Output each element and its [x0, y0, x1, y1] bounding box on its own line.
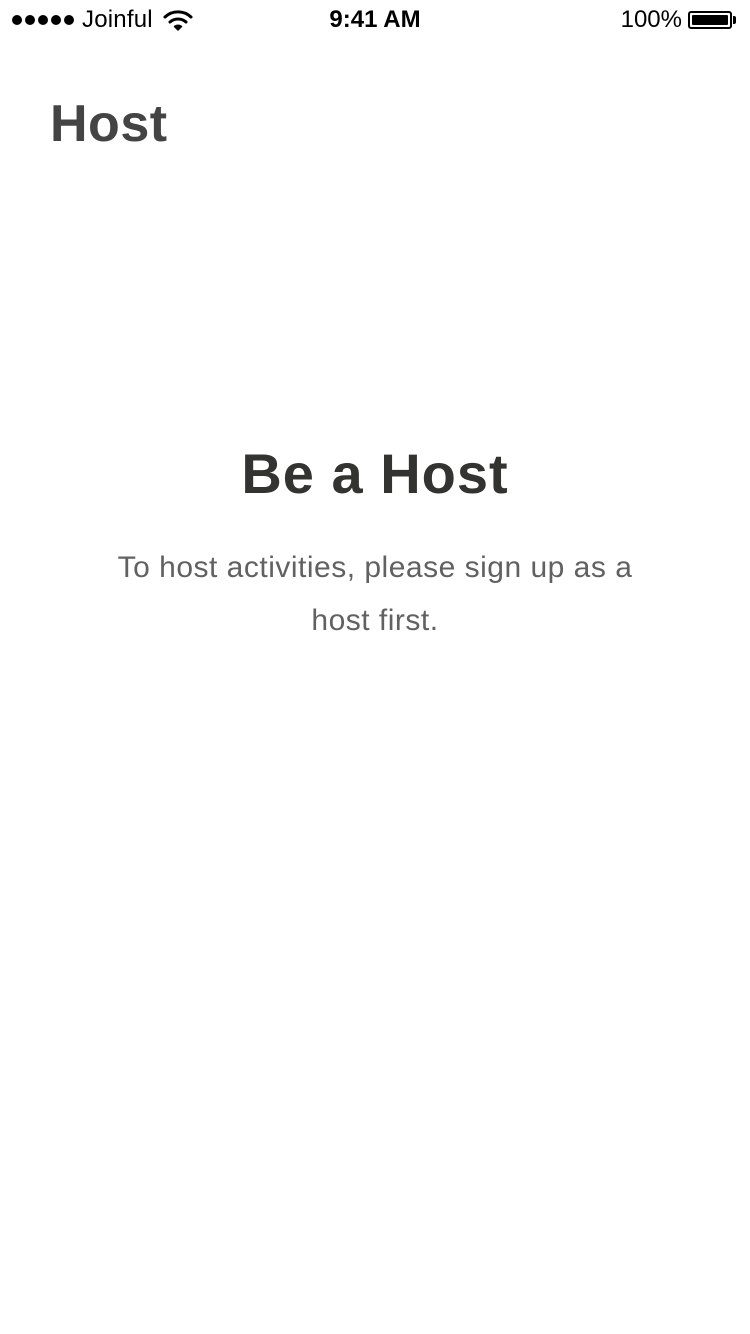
battery-cap: [733, 16, 736, 24]
empty-state: Be a Host To host activities, please sig…: [0, 440, 750, 647]
wifi-icon: [163, 10, 193, 31]
empty-state-message: To host activities, please sign up as a …: [117, 551, 633, 638]
status-left: Joinful: [12, 0, 193, 40]
page-title: Host: [50, 95, 168, 153]
battery-percent: 100%: [620, 6, 682, 33]
status-bar: Joinful 9:41 AM 100%: [0, 0, 750, 40]
battery-icon: [688, 11, 732, 29]
empty-state-title: Be a Host: [241, 442, 509, 505]
battery-level-fill: [692, 15, 728, 25]
signal-dots-icon: [12, 15, 74, 25]
status-right: 100%: [621, 0, 736, 40]
carrier-name: Joinful: [82, 6, 153, 33]
